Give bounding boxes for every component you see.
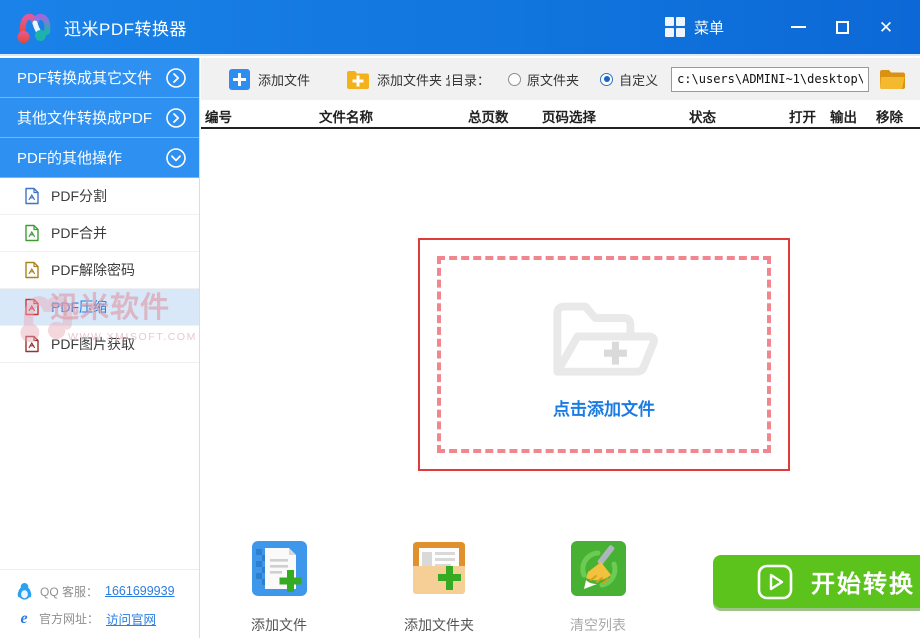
- col-page-selection: 页码选择: [542, 110, 596, 125]
- clear-list-big-icon: [570, 541, 626, 596]
- browse-folder-icon: [880, 70, 906, 89]
- chevron-down-circle-icon: [166, 147, 186, 168]
- dropzone-label: 点击添加文件: [553, 400, 655, 419]
- main-area: 添加文件 添加文件夹 出 目录： 原文件夹 自定义: [201, 58, 920, 638]
- menu-label: 菜单: [693, 19, 724, 37]
- pdf-file-icon: [25, 298, 39, 316]
- open-folder-icon: [553, 302, 658, 376]
- sidebar-item-pdf-remove-password[interactable]: PDF解除密码: [0, 252, 199, 289]
- pdf-file-icon: [25, 187, 39, 205]
- sidebar-footer: QQ 客服： 1661699939 e 官方网址： 访问官网: [0, 569, 199, 638]
- start-convert-button[interactable]: 开始转换: [713, 555, 920, 608]
- file-dropzone[interactable]: 点击添加文件: [418, 238, 790, 471]
- add-file-button[interactable]: 添加文件: [228, 68, 310, 91]
- maximize-button[interactable]: [820, 9, 864, 45]
- sidebar-item-pdf-to-other[interactable]: PDF转换成其它文件: [0, 58, 199, 98]
- pdf-file-icon: [25, 261, 39, 279]
- add-file-action-button[interactable]: 添加文件: [234, 540, 324, 635]
- play-icon: [757, 564, 793, 599]
- add-file-big-icon: [251, 541, 307, 596]
- qq-label: QQ 客服：: [40, 584, 99, 599]
- app-window: 迅米PDF转换器 菜单 ✕ PDF转换成其它文件 其他文件转换成PDF PDF的…: [0, 0, 920, 638]
- pdf-file-icon: [25, 335, 39, 353]
- col-number: 编号: [205, 110, 232, 125]
- app-logo-icon: [17, 13, 51, 43]
- qq-number-link[interactable]: 1661699939: [105, 584, 175, 598]
- maximize-icon: [835, 20, 849, 34]
- menu-grid-icon: [664, 17, 685, 37]
- add-folder-action-button[interactable]: 添加文件夹: [394, 540, 484, 635]
- radio-circle-icon: [508, 72, 522, 86]
- file-table-header: 编号 文件名称 总页数 页码选择 状态 打开 输出 移除: [201, 100, 920, 129]
- browser-icon: e: [20, 609, 28, 627]
- sidebar-item-pdf-other-ops[interactable]: PDF的其他操作: [0, 138, 199, 178]
- sidebar-item-pdf-split[interactable]: PDF分割: [0, 178, 199, 215]
- sidebar: PDF转换成其它文件 其他文件转换成PDF PDF的其他操作 PDF分割 PDF…: [0, 58, 200, 638]
- toolbar: 添加文件 添加文件夹 出 目录： 原文件夹 自定义: [201, 58, 920, 100]
- browse-folder-button[interactable]: [879, 68, 906, 90]
- official-site-link[interactable]: 访问官网: [106, 609, 156, 628]
- minimize-button[interactable]: [776, 9, 820, 45]
- minimize-icon: [790, 26, 806, 28]
- sidebar-item-other-to-pdf[interactable]: 其他文件转换成PDF: [0, 98, 199, 138]
- radio-original-folder[interactable]: 原文件夹: [508, 70, 579, 89]
- radio-custom-folder[interactable]: 自定义: [600, 70, 658, 89]
- output-path-input[interactable]: [671, 66, 870, 92]
- add-folder-icon: [347, 70, 370, 89]
- window-title: 迅米PDF转换器: [64, 19, 187, 39]
- qq-icon: [17, 583, 32, 600]
- close-icon: ✕: [878, 17, 894, 37]
- add-file-icon: [229, 68, 250, 90]
- radio-circle-icon: [600, 72, 614, 86]
- sidebar-item-pdf-image-extract[interactable]: PDF图片获取: [0, 326, 199, 363]
- site-label: 官方网址：: [39, 612, 100, 626]
- close-button[interactable]: ✕: [864, 9, 908, 45]
- sidebar-item-pdf-merge[interactable]: PDF合并: [0, 215, 199, 252]
- col-remove: 移除: [876, 110, 903, 125]
- menu-button[interactable]: 菜单: [664, 17, 724, 38]
- output-dir-label: 出 目录：: [446, 72, 491, 88]
- add-folder-button[interactable]: 添加文件夹: [346, 69, 442, 90]
- chevron-right-circle-icon: [166, 67, 186, 88]
- col-open: 打开: [789, 110, 816, 125]
- col-status: 状态: [689, 110, 716, 125]
- col-total-pages: 总页数: [468, 110, 509, 125]
- chevron-right-circle-icon: [166, 107, 186, 128]
- col-output: 输出: [830, 110, 857, 125]
- clear-list-action-button[interactable]: 清空列表: [553, 540, 643, 635]
- sidebar-item-pdf-compress[interactable]: PDF压缩: [0, 289, 199, 326]
- col-filename: 文件名称: [319, 110, 373, 125]
- titlebar: 迅米PDF转换器 菜单 ✕: [0, 0, 920, 56]
- add-folder-big-icon: [413, 542, 465, 594]
- pdf-file-icon: [25, 224, 39, 242]
